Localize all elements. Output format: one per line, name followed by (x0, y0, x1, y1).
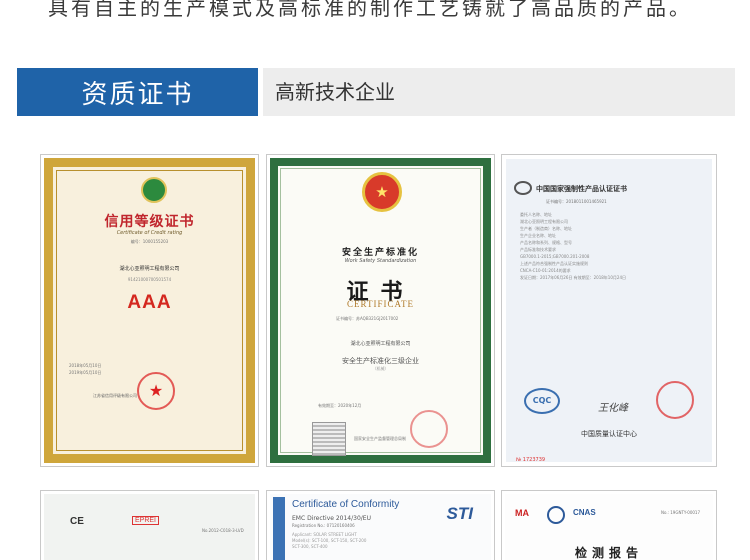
section-header: 资质证书 高新技术企业 (17, 68, 735, 116)
certificate-code: 91421000700501574 (127, 277, 172, 282)
signature: 王化峰 (598, 403, 628, 414)
body-line: 生产者（制造商）名称、地址 (520, 226, 572, 231)
body-line: 产品标准和技术要求 (520, 247, 556, 252)
credit-emblem-icon (141, 177, 167, 203)
certificate-dates: 2018年05月10日 2019年05月10日 (69, 362, 101, 376)
certificate-issuer: 国家安全生产监督管理总局制 (354, 436, 406, 441)
body-line: GB7000.1-2015;GB7000.201-2008 (520, 254, 590, 259)
cqc-logo-icon: CQC (524, 388, 560, 414)
intro-text: 具有自主的生产模式及高标准的制作工艺铸就了高品质的产品。 (48, 0, 692, 20)
certificate-frame: CE EPREI No.2012-C018-3-LVD (44, 494, 255, 560)
certificate-level-sub: （机械） (372, 366, 389, 371)
certificate-company: 湖北心亚照明工程有限公司 (119, 266, 180, 272)
certificate-number: No.: 19GNTY-00017 (661, 510, 701, 515)
certificate-inspection-report[interactable]: MA CNAS No.: 19GNTY-00017 检测报告 (501, 490, 717, 560)
certificate-company: 湖北心亚照明工程有限公司 (350, 341, 411, 347)
body-line: 委托人名称、地址 (520, 212, 552, 217)
certificate-title: 中国国家强制性产品认证证书 (536, 185, 627, 193)
certificate-frame: MA CNAS No.: 19GNTY-00017 检测报告 (505, 494, 713, 560)
certificate-title: 信用等级证书 (104, 214, 195, 230)
credit-grade: AAA (127, 292, 172, 313)
body-line: CNCA-C10-01:2014的要求 (520, 268, 571, 273)
certificate-number: No.2012-C018-3-LVD (202, 528, 244, 533)
certificate-validity: 有效期至：2020年12月 (318, 403, 362, 408)
section-title: 资质证书 (17, 68, 258, 116)
certificate-ce[interactable]: CE EPREI No.2012-C018-3-LVD (40, 490, 259, 560)
ce-mark-icon: CE (70, 516, 84, 527)
body-line: 上述产品符合强制性产品认证实施规则 (520, 261, 588, 266)
certificate-number: 证书编号：2018011001465921 (546, 199, 607, 204)
certificate-conformity[interactable]: Certificate of Conformity STI EMC Direct… (266, 490, 495, 560)
certificate-issuer: 中国质量认证中心 (581, 430, 637, 438)
certificate-level: 安全生产标准化三级企业 (342, 357, 419, 365)
body-line: 发证日期：2017年06月26日 有效期至：2018年10月24日 (520, 275, 626, 280)
qr-code-icon (312, 422, 346, 456)
certificate-heading-en: CERTIFICATE (347, 299, 414, 309)
certificate-number: 编号：1000155203 (130, 239, 169, 244)
certificate-ccc[interactable]: 中国国家强制性产品认证证书 证书编号：2018011001465921 委托人名… (501, 154, 717, 467)
certificate-frame: Certificate of Conformity STI EMC Direct… (270, 494, 491, 560)
certificate-subtitle: Certificate of Credit rating (116, 230, 183, 236)
certificate-frame: 信用等级证书 Certificate of Credit rating 编号：1… (44, 158, 255, 463)
lab-logo: EPREI (132, 516, 160, 525)
certificate-title: Certificate of Conformity (292, 499, 400, 510)
certificate-subtitle: Work Safety Standardization (344, 258, 417, 264)
certificate-frame: ★ 安全生产标准化 Work Safety Standardization 证书… (270, 158, 491, 463)
section-subtitle: 高新技术企业 (275, 80, 395, 104)
safety-emblem-icon: ★ (362, 172, 402, 212)
certificate-registration: Registration No.: 07120160406 (292, 523, 355, 528)
body-line: 产品名称和系列、规格、型号 (520, 240, 572, 245)
cnas-logo-icon: CNAS (573, 508, 596, 517)
certificate-number: 证书编号：苏AQB321GJ2017002 (336, 316, 399, 321)
certificate-title: 检测报告 (574, 546, 643, 560)
red-seal-icon: ★ (137, 372, 175, 410)
certificate-serial: № 1723739 (516, 457, 546, 463)
certificate-work-safety[interactable]: ★ 安全生产标准化 Work Safety Standardization 证书… (266, 154, 495, 467)
accreditation-logo-icon (547, 506, 565, 524)
certificate-rows: Applicant: SOLAR STREET LIGHT Model(s): … (292, 532, 483, 550)
certificate-issuer: 江苏省信用评级有限公司 (93, 393, 137, 398)
red-seal-icon (410, 410, 448, 448)
certificate-body-placeholder (65, 321, 234, 339)
certificate-credit-rating[interactable]: 信用等级证书 Certificate of Credit rating 编号：1… (40, 154, 259, 467)
certificate-title: 安全生产标准化 (341, 248, 419, 258)
certificate-body: 委托人名称、地址 湖北心亚照明工程有限公司 生产者（制造商）名称、地址 生产企业… (520, 211, 702, 281)
ccc-logo-icon (514, 181, 532, 195)
certificate-side-stripe (273, 497, 285, 560)
body-line: 生产企业名称、地址 (520, 233, 556, 238)
certificate-frame: 中国国家强制性产品认证证书 证书编号：2018011001465921 委托人名… (506, 159, 712, 463)
section-subtitle-bar: 高新技术企业 (263, 68, 735, 116)
red-seal-icon (656, 381, 694, 419)
certificate-date: 2019年05月10日 (69, 370, 102, 375)
body-line: SCT-300, SCT-400 (292, 544, 328, 549)
certificate-date: 2018年05月10日 (69, 363, 102, 368)
ma-logo-icon: MA (515, 508, 529, 518)
certificate-directive: EMC Directive 2014/30/EU (292, 515, 371, 522)
sti-logo-icon: STI (446, 504, 473, 523)
body-line: 湖北心亚照明工程有限公司 (520, 219, 568, 224)
